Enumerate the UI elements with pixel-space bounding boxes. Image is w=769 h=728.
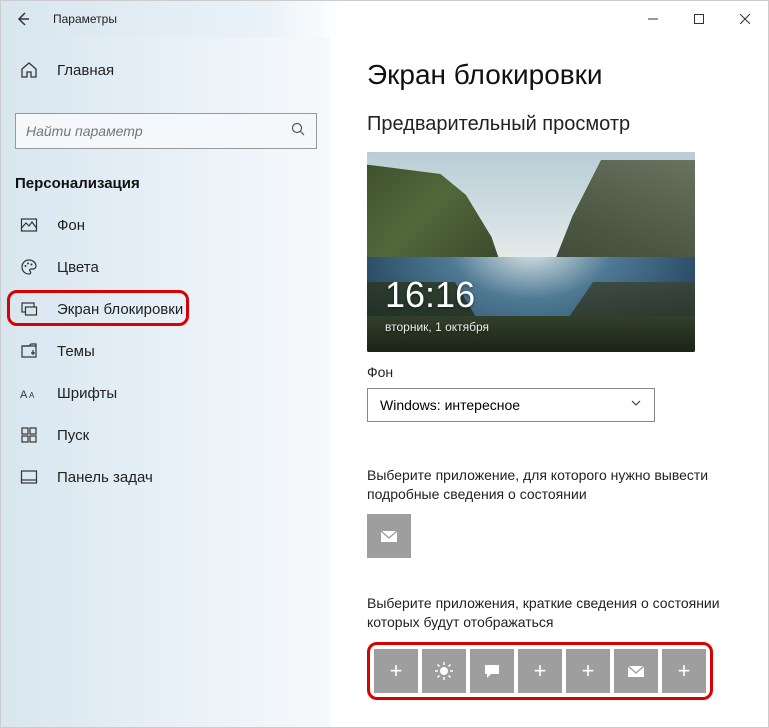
- quick-app-tile-add[interactable]: +: [374, 649, 418, 693]
- background-label: Фон: [367, 364, 768, 380]
- quick-app-tile-weather[interactable]: [422, 649, 466, 693]
- titlebar: Параметры: [1, 1, 768, 37]
- window-title: Параметры: [45, 12, 117, 26]
- settings-window: Параметры Главная Персонализация: [0, 0, 769, 728]
- home-label: Главная: [57, 62, 114, 79]
- maximize-icon: [694, 14, 704, 24]
- home-icon: [19, 61, 39, 79]
- plus-icon: +: [582, 658, 595, 684]
- search-input[interactable]: [26, 123, 291, 139]
- nav-label: Темы: [57, 343, 95, 360]
- home-link[interactable]: Главная: [1, 51, 331, 89]
- nav-item-background[interactable]: Фон: [1, 204, 331, 246]
- nav-item-fonts[interactable]: AA Шрифты: [1, 372, 331, 414]
- lockscreen-preview: 16:16 вторник, 1 октября: [367, 152, 695, 352]
- palette-icon: [19, 258, 39, 276]
- quick-apps-description: Выберите приложения, краткие сведения о …: [367, 594, 727, 632]
- nav-label: Шрифты: [57, 385, 117, 402]
- preview-date: вторник, 1 октября: [385, 320, 489, 334]
- nav-item-taskbar[interactable]: Панель задач: [1, 456, 331, 498]
- nav-item-lockscreen[interactable]: Экран блокировки: [1, 288, 331, 330]
- themes-icon: [19, 342, 39, 360]
- close-button[interactable]: [722, 1, 768, 37]
- minimize-button[interactable]: [630, 1, 676, 37]
- close-icon: [740, 14, 750, 24]
- lockscreen-icon: [19, 300, 39, 318]
- taskbar-icon: [19, 468, 39, 486]
- background-value: Windows: интересное: [380, 397, 630, 413]
- nav-item-start[interactable]: Пуск: [1, 414, 331, 456]
- plus-icon: +: [390, 658, 403, 684]
- fonts-icon: AA: [19, 384, 39, 402]
- quick-app-tile-add[interactable]: +: [662, 649, 706, 693]
- search-box[interactable]: [15, 113, 317, 149]
- background-select[interactable]: Windows: интересное: [367, 388, 655, 422]
- annotation-highlight-row: + + + +: [367, 642, 713, 700]
- weather-icon: [434, 661, 454, 681]
- nav-label: Фон: [57, 217, 85, 234]
- main-content: Экран блокировки Предварительный просмот…: [331, 37, 768, 727]
- nav-label: Цвета: [57, 259, 99, 276]
- maximize-button[interactable]: [676, 1, 722, 37]
- preview-heading: Предварительный просмотр: [367, 113, 768, 136]
- back-button[interactable]: [1, 1, 45, 37]
- sidebar: Главная Персонализация Фон Цвета Экран б…: [1, 37, 331, 727]
- arrow-left-icon: [15, 11, 31, 27]
- preview-time: 16:16: [385, 274, 475, 316]
- page-title: Экран блокировки: [367, 59, 768, 91]
- quick-app-tile-mail[interactable]: [614, 649, 658, 693]
- plus-icon: +: [678, 658, 691, 684]
- section-title: Персонализация: [1, 175, 331, 204]
- search-icon: [291, 122, 306, 140]
- quick-app-tile-chat[interactable]: [470, 649, 514, 693]
- minimize-icon: [648, 14, 658, 24]
- plus-icon: +: [534, 658, 547, 684]
- chevron-down-icon: [630, 396, 642, 414]
- svg-text:A: A: [20, 389, 28, 401]
- detail-app-description: Выберите приложение, для которого нужно …: [367, 466, 727, 504]
- chat-icon: [482, 661, 502, 681]
- quick-app-tile-add[interactable]: +: [518, 649, 562, 693]
- start-icon: [19, 426, 39, 444]
- nav-item-colors[interactable]: Цвета: [1, 246, 331, 288]
- svg-text:A: A: [29, 391, 35, 400]
- nav-label: Панель задач: [57, 469, 153, 486]
- nav-item-themes[interactable]: Темы: [1, 330, 331, 372]
- mail-icon: [626, 661, 646, 681]
- mail-icon: [379, 526, 399, 546]
- detail-app-tile[interactable]: [367, 514, 411, 558]
- image-icon: [19, 216, 39, 234]
- nav-label: Экран блокировки: [57, 301, 183, 318]
- quick-app-tile-add[interactable]: +: [566, 649, 610, 693]
- nav-label: Пуск: [57, 427, 89, 444]
